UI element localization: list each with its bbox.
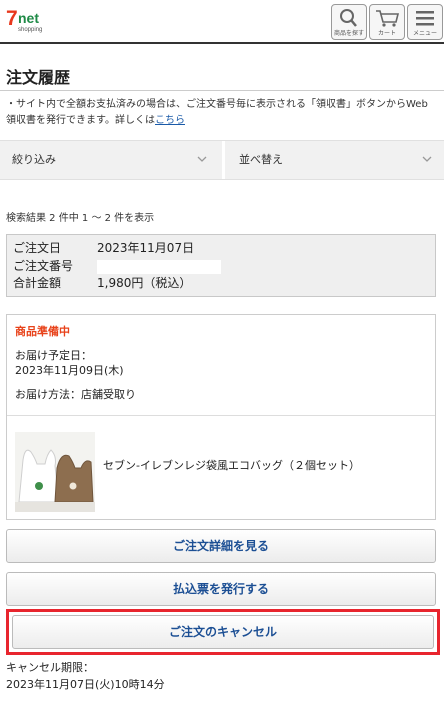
- logo-shopping: shopping: [18, 27, 43, 33]
- search-button-label: 商品を探す: [333, 30, 364, 37]
- search-products-button[interactable]: 商品を探す: [331, 4, 367, 40]
- search-result-count: 検索結果 2 件中 1 ～ 2 件を表示: [6, 213, 155, 224]
- eco-bag-illustration: [15, 432, 95, 512]
- order-total-value: 1,980円（税込）: [97, 276, 192, 290]
- order-total-row: 合計金額 1,980円（税込）: [13, 275, 191, 291]
- details-link[interactable]: こちら: [155, 115, 185, 126]
- sort-label: 並べ替え: [239, 153, 283, 166]
- receipt-notice: ・サイト内で全額お支払済みの場合は、ご注文番号毎に表示される「領収書」ボタンから…: [6, 97, 434, 129]
- logo-net: net: [18, 10, 39, 26]
- narrow-down-label: 絞り込み: [12, 153, 56, 166]
- site-header: 7 net shopping 商品を探す カート メニュー: [0, 0, 444, 44]
- card-divider: [7, 415, 435, 416]
- order-date-row: ご注文日 2023年11月07日: [13, 240, 194, 256]
- order-summary: ご注文日 2023年11月07日 ご注文番号 合計金額 1,980円（税込）: [6, 234, 436, 297]
- page-title: 注文履歴: [6, 68, 71, 87]
- status-badge: 商品準備中: [15, 325, 70, 338]
- view-order-details-button[interactable]: ご注文詳細を見る: [6, 529, 436, 563]
- cart-button[interactable]: カート: [369, 4, 405, 40]
- delivery-date-value: 2023年11月09日(木): [15, 364, 124, 377]
- order-number-row: ご注文番号: [13, 258, 221, 274]
- product-image[interactable]: [15, 432, 95, 512]
- cancel-deadline-label: キャンセル期限：: [6, 661, 94, 674]
- search-icon: [340, 9, 357, 27]
- cancel-order-button[interactable]: ご注文のキャンセル: [12, 615, 434, 649]
- order-number-label: ご注文番号: [13, 259, 74, 273]
- product-name-link[interactable]: セブン-イレブンレジ袋風エコバッグ（２個セット）: [103, 457, 360, 473]
- chevron-down-icon: [422, 141, 432, 195]
- menu-button-label: メニュー: [412, 30, 437, 37]
- filter-bar: 絞り込み 並べ替え: [0, 140, 444, 180]
- order-date-label: ご注文日: [13, 241, 62, 255]
- notice-text: ・サイト内で全額お支払済みの場合は、ご注文番号毎に表示される「領収書」ボタンから…: [6, 99, 428, 126]
- cart-button-label: カート: [377, 30, 396, 37]
- delivery-method: お届け方法：店舗受取り: [15, 388, 136, 401]
- logo-seven: 7: [6, 7, 18, 30]
- order-item-card: 商品準備中 お届け予定日： 2023年11月09日(木) お届け方法：店舗受取り…: [6, 314, 436, 520]
- menu-button[interactable]: メニュー: [407, 4, 443, 40]
- delivery-date-label: お届け予定日：: [15, 349, 92, 362]
- order-total-label: 合計金額: [13, 276, 62, 290]
- narrow-down-dropdown[interactable]: 絞り込み: [0, 141, 219, 179]
- cancel-deadline-value: 2023年11月07日(火)10時14分: [6, 678, 165, 691]
- menu-icon: [416, 11, 434, 26]
- title-divider: [0, 90, 444, 91]
- chevron-down-icon: [197, 141, 207, 195]
- order-date-value: 2023年11月07日: [97, 241, 195, 255]
- sort-dropdown[interactable]: 並べ替え: [222, 141, 444, 179]
- issue-payment-slip-button[interactable]: 払込票を発行する: [6, 572, 436, 606]
- order-number-value: [97, 259, 221, 274]
- cart-icon: [376, 10, 400, 27]
- seven-net-logo[interactable]: 7 net shopping: [6, 7, 50, 36]
